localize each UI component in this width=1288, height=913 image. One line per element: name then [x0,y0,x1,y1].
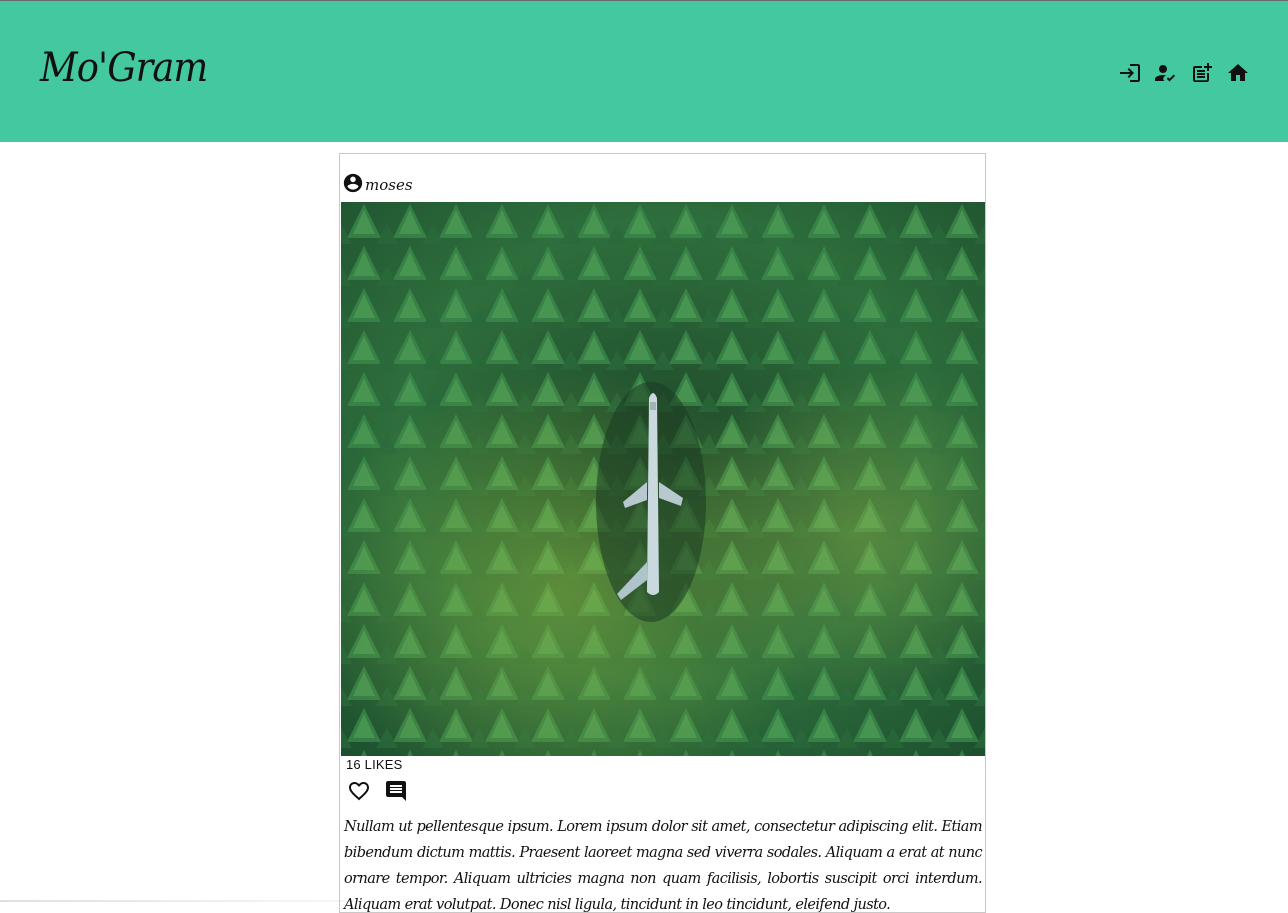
account-circle-icon[interactable] [342,172,364,194]
home-icon[interactable] [1226,61,1250,85]
likes-count: 16 LIKES [346,757,403,772]
post-card: moses [339,153,986,913]
post-caption: Nullam ut pellentesque ipsum. Lorem ipsu… [344,814,982,913]
login-icon[interactable] [1118,61,1142,85]
nav-icons [1118,61,1250,85]
post-add-icon[interactable] [1190,61,1214,85]
user-check-icon[interactable] [1154,61,1178,85]
post-header: moses [342,172,413,194]
post-username[interactable]: moses [365,176,413,194]
app-logo[interactable]: Mo'Gram [40,45,207,91]
heart-icon[interactable] [347,779,371,803]
top-bar: Mo'Gram [0,0,1288,142]
post-actions [347,779,408,803]
comment-icon[interactable] [384,779,408,803]
post-photo[interactable] [341,202,986,756]
